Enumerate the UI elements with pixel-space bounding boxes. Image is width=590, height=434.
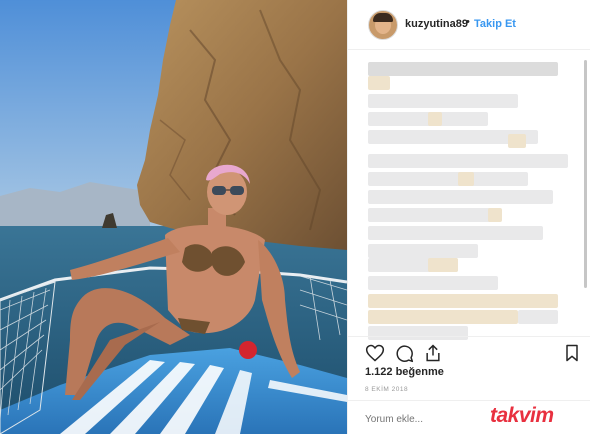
blurred-line xyxy=(458,172,474,186)
comment-input[interactable] xyxy=(365,411,505,427)
blurred-line xyxy=(518,310,558,324)
post-side-panel: kuzyutina89 • Takip Et 1.122 beğenme 8 E… xyxy=(347,0,590,434)
blurred-line xyxy=(368,76,390,90)
bookmark-icon[interactable] xyxy=(562,343,582,363)
heart-icon[interactable] xyxy=(365,343,385,363)
blurred-line xyxy=(368,294,558,308)
blurred-line xyxy=(368,154,568,168)
share-icon[interactable] xyxy=(423,343,443,363)
blurred-line xyxy=(368,208,498,222)
blurred-line xyxy=(428,258,458,272)
blurred-line xyxy=(368,62,558,76)
post-date[interactable]: 8 EKİM 2018 xyxy=(365,386,408,393)
comments-section-blurred xyxy=(368,58,583,340)
post-header: kuzyutina89 • Takip Et xyxy=(348,0,590,50)
blurred-line xyxy=(368,190,553,204)
comment-bubble-icon[interactable] xyxy=(394,343,414,363)
follow-button[interactable]: Takip Et xyxy=(474,18,516,30)
blurred-line xyxy=(488,208,502,222)
watermark-text: takvim xyxy=(490,404,554,427)
blurred-line xyxy=(428,112,442,126)
header-separator: • xyxy=(466,16,470,28)
blurred-line xyxy=(368,244,478,258)
post-photo[interactable] xyxy=(0,0,347,434)
action-bar xyxy=(348,336,590,365)
blurred-line xyxy=(368,94,518,108)
comments-scrollbar[interactable] xyxy=(584,60,587,288)
avatar-hair xyxy=(373,13,393,22)
likes-count[interactable]: 1.122 beğenme xyxy=(365,366,444,378)
blurred-line xyxy=(368,310,518,324)
photo-scene xyxy=(0,0,347,434)
avatar[interactable] xyxy=(368,10,398,40)
instagram-post-frame: kuzyutina89 • Takip Et 1.122 beğenme 8 E… xyxy=(0,0,590,434)
blurred-line xyxy=(508,134,526,148)
username-link[interactable]: kuzyutina89 xyxy=(405,18,468,30)
blurred-line xyxy=(368,172,528,186)
blurred-line xyxy=(368,276,498,290)
blurred-line xyxy=(368,226,543,240)
